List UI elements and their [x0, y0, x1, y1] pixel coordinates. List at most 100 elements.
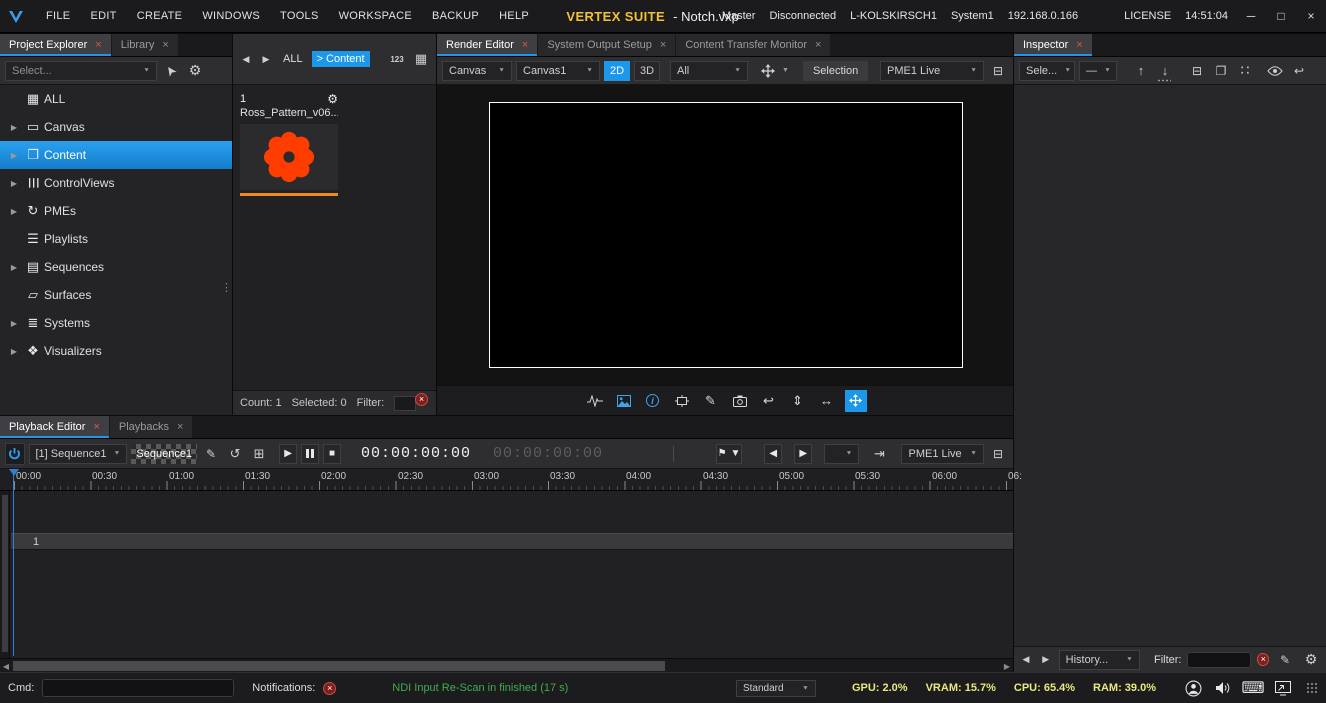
breadcrumb-all[interactable]: ALL	[278, 51, 308, 67]
render-viewport[interactable]	[437, 85, 1013, 385]
tab-system-output-setup[interactable]: System Output Setup ×	[538, 34, 675, 56]
close-button[interactable]: ×	[1304, 9, 1318, 23]
tab-playbacks[interactable]: Playbacks ×	[110, 416, 193, 438]
audio-volume-icon[interactable]	[1212, 678, 1234, 698]
tree-item-playlists[interactable]: ☰ Playlists	[0, 225, 232, 253]
menu-create[interactable]: CREATE	[127, 10, 193, 22]
scroll-right-icon[interactable]: ▶	[1001, 659, 1013, 673]
history-back-button[interactable]: ◀	[1019, 654, 1033, 665]
close-icon[interactable]: ×	[93, 421, 99, 433]
minimize-button[interactable]: ─	[1244, 9, 1258, 23]
tree-item-controlviews[interactable]: ▶ ☰ ControlViews	[0, 169, 232, 197]
fit-vertical-icon[interactable]: ⇕	[787, 390, 809, 412]
canvas-select-dropdown[interactable]: Canvas1 ▼	[516, 61, 600, 81]
cue-mode-dropdown[interactable]: ▼	[824, 444, 859, 464]
tree-item-sequences[interactable]: ▶ ▤ Sequences	[0, 253, 232, 281]
tree-item-surfaces[interactable]: ▱ Surfaces	[0, 281, 232, 309]
float-window-icon[interactable]: ❐	[1211, 61, 1231, 81]
track-row[interactable]: 1	[11, 533, 1013, 550]
info-overlay-icon[interactable]: i	[642, 390, 664, 412]
clear-notifications-icon[interactable]: ×	[323, 682, 336, 695]
cue-flag-button[interactable]: ⚑ ▼	[716, 444, 742, 464]
horizontal-scrollbar[interactable]: ◀ ▶	[0, 658, 1013, 672]
vertical-scrollbar-thumb[interactable]	[2, 495, 8, 652]
quality-mode-dropdown[interactable]: Standard ▼	[736, 680, 816, 697]
layer-filter-dropdown[interactable]: All ▼	[670, 61, 748, 81]
menu-help[interactable]: HELP	[489, 10, 539, 22]
apps-grid-icon[interactable]: ∷	[1235, 61, 1255, 81]
menu-edit[interactable]: EDIT	[80, 10, 126, 22]
close-icon[interactable]: ×	[177, 421, 183, 433]
canvas-type-dropdown[interactable]: Canvas ▼	[442, 61, 512, 81]
close-icon[interactable]: ×	[815, 39, 821, 51]
tree-item-systems[interactable]: ▶ ≣ Systems	[0, 309, 232, 337]
eye-icon[interactable]	[1265, 61, 1285, 81]
tab-render-editor[interactable]: Render Editor ×	[437, 34, 537, 56]
back-button[interactable]: ◀	[238, 54, 254, 65]
revert-icon[interactable]: ↩	[1289, 61, 1309, 81]
selection-mode-button[interactable]: Selection	[803, 61, 868, 81]
scroll-left-icon[interactable]: ◀	[0, 659, 12, 673]
snapshot-camera-icon[interactable]	[729, 390, 751, 412]
inspector-gear-icon[interactable]: ⚙	[1301, 650, 1321, 670]
pick-cursor-icon[interactable]: ➤	[157, 57, 185, 85]
playback-power-button[interactable]	[5, 443, 25, 465]
mode-2d-button[interactable]: 2D	[604, 61, 630, 81]
select-dropdown[interactable]: Select... ▼	[5, 61, 157, 81]
next-cue-button[interactable]: ▶	[794, 444, 812, 464]
inspector-filter-input[interactable]	[1187, 652, 1251, 668]
stop-button[interactable]: ■	[323, 444, 341, 464]
gear-icon[interactable]: ⚙	[185, 61, 205, 81]
safe-frame-icon[interactable]	[671, 390, 693, 412]
panel-splitter-handle[interactable]: ⋮	[221, 281, 230, 294]
close-icon[interactable]: ×	[660, 39, 666, 51]
inspector-filter-dropdown[interactable]: — ▼	[1079, 61, 1117, 81]
filter-input[interactable]	[394, 396, 416, 411]
tab-inspector[interactable]: Inspector ×	[1014, 34, 1092, 56]
close-icon[interactable]: ×	[522, 39, 528, 51]
menu-file[interactable]: FILE	[36, 10, 80, 22]
close-icon[interactable]: ×	[95, 39, 101, 51]
fit-horizontal-icon[interactable]: ↔	[816, 390, 838, 412]
menu-workspace[interactable]: WORKSPACE	[329, 10, 422, 22]
pin-panel-icon[interactable]: ⊟	[988, 61, 1008, 81]
content-item[interactable]: 1 ⚙ Ross_Pattern_v06...	[240, 91, 338, 196]
annotate-pen-icon[interactable]: ✎	[700, 390, 722, 412]
chevron-right-icon[interactable]: ▶	[6, 151, 22, 160]
performance-graph-icon[interactable]	[584, 390, 606, 412]
tab-library[interactable]: Library ×	[112, 34, 178, 56]
timeline-ruler[interactable]: 00:00 00:30 01:00 01:30 02:00 02:30 03:0…	[0, 469, 1013, 491]
rename-sequence-icon[interactable]: ✎	[201, 444, 221, 464]
history-forward-button[interactable]: ▶	[1039, 654, 1053, 665]
chevron-right-icon[interactable]: ▶	[6, 319, 22, 328]
content-item-thumbnail[interactable]	[240, 124, 338, 190]
resize-grip[interactable]	[1306, 682, 1318, 694]
goto-time-icon[interactable]: ⇥	[869, 444, 889, 464]
close-icon[interactable]: ×	[1076, 39, 1082, 51]
chevron-right-icon[interactable]: ▶	[6, 179, 22, 188]
pin-inspector-icon[interactable]: ⊟	[1187, 61, 1207, 81]
mode-3d-button[interactable]: 3D	[634, 61, 660, 81]
vertical-scrollbar[interactable]	[0, 491, 10, 658]
reset-view-icon[interactable]: ↩	[758, 390, 780, 412]
tree-item-canvas[interactable]: ▶ ▭ Canvas	[0, 113, 232, 141]
chevron-down-icon[interactable]: ▼	[782, 67, 789, 74]
tree-item-visualizers[interactable]: ▶ ❖ Visualizers	[0, 337, 232, 365]
close-icon[interactable]: ×	[162, 39, 168, 51]
expand-timeline-icon[interactable]: ⊞	[249, 444, 269, 464]
command-input[interactable]	[42, 679, 234, 697]
timeline-tracks-area[interactable]: 1	[0, 491, 1013, 658]
forward-button[interactable]: ▶	[258, 54, 274, 65]
history-dropdown[interactable]: History... ▼	[1059, 650, 1140, 670]
sequence-name-field[interactable]: Sequence1	[131, 444, 197, 464]
edit-pen-icon[interactable]: ✎	[1275, 650, 1295, 670]
tree-item-pmes[interactable]: ▶ ↻ PMEs	[0, 197, 232, 225]
pin-playback-icon[interactable]: ⊟	[988, 444, 1008, 464]
reset-time-icon[interactable]: ↺	[225, 444, 245, 464]
horizontal-scrollbar-thumb[interactable]	[13, 661, 665, 671]
sort-numeric-icon[interactable]: 123	[387, 49, 407, 69]
playback-pme-dropdown[interactable]: PME1 Live ▼	[901, 444, 984, 464]
maximize-button[interactable]: □	[1274, 9, 1288, 23]
chevron-right-icon[interactable]: ▶	[6, 207, 22, 216]
license-button[interactable]: LICENSE	[1124, 10, 1171, 22]
